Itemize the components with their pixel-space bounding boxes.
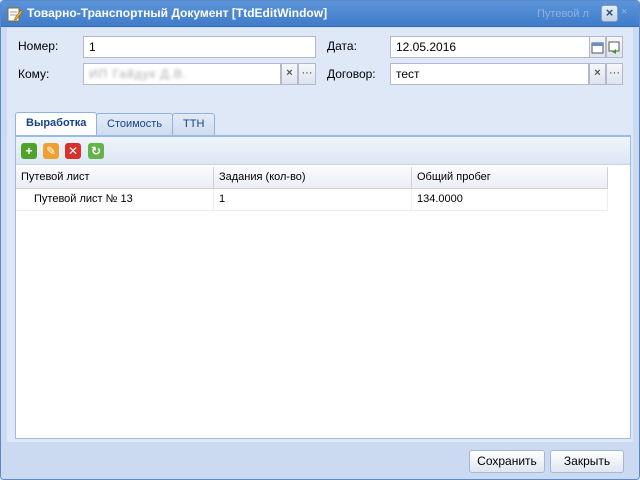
header-form: Номер: 1 Дата: 12.05.2016 Кому: ИП Гайду…	[7, 28, 633, 108]
date-label: Дата:	[327, 39, 357, 53]
tab-ttn[interactable]: ТТН	[172, 113, 216, 135]
close-icon[interactable]: ×	[601, 5, 618, 22]
column-header-waybill[interactable]: Путевой лист	[16, 167, 214, 189]
contract-select-icon[interactable]: ···	[606, 63, 623, 85]
calendar-icon[interactable]	[589, 36, 606, 58]
to-label: Кому:	[18, 67, 50, 81]
edit-window: Товарно-Транспортный Документ [TtdEditWi…	[0, 0, 640, 480]
background-close-icon: ×	[621, 6, 628, 18]
grid-toolbar: + ✎ ✕ ↻	[16, 137, 630, 165]
window-title: Товарно-Транспортный Документ [TtdEditWi…	[27, 6, 328, 20]
edit-icon[interactable]: ✎	[43, 143, 59, 159]
contract-clear-icon[interactable]: ×	[589, 63, 606, 85]
cell-mileage: 134.0000	[412, 189, 608, 210]
tab-vyrabotka[interactable]: Выработка	[15, 112, 98, 136]
to-value: ИП Гайдук Д.В.	[89, 67, 188, 81]
vyrabotka-panel: + ✎ ✕ ↻ Путевой лист Задания (кол-во) Об…	[15, 136, 631, 439]
to-clear-icon[interactable]: ×	[281, 63, 298, 85]
date-field[interactable]: 12.05.2016	[390, 36, 590, 58]
cell-tasks: 1	[214, 189, 412, 210]
contract-label: Договор:	[327, 67, 376, 81]
add-icon[interactable]: +	[21, 143, 37, 159]
window-titlebar[interactable]: Товарно-Транспортный Документ [TtdEditWi…	[1, 1, 639, 27]
number-label: Номер:	[18, 39, 59, 53]
background-window-title: Путевой л	[537, 8, 589, 20]
table-row[interactable]: Путевой лист № 13 1 134.0000	[16, 189, 608, 211]
close-button[interactable]: Закрыть	[550, 450, 624, 473]
calendar-reset-icon[interactable]	[606, 36, 623, 58]
grid-header: Путевой лист Задания (кол-во) Общий проб…	[16, 167, 608, 189]
column-header-tasks[interactable]: Задания (кол-во)	[214, 167, 412, 189]
window-footer: Сохранить Закрыть	[1, 442, 639, 479]
document-edit-icon	[7, 7, 23, 22]
delete-icon[interactable]: ✕	[65, 143, 81, 159]
save-button[interactable]: Сохранить	[469, 450, 545, 473]
refresh-icon[interactable]: ↻	[88, 143, 104, 159]
to-field[interactable]: ИП Гайдук Д.В.	[83, 63, 281, 85]
cell-waybill: Путевой лист № 13	[16, 189, 214, 210]
number-field[interactable]: 1	[83, 36, 316, 58]
contract-field[interactable]: тест	[390, 63, 589, 85]
column-header-mileage[interactable]: Общий пробег	[412, 167, 608, 189]
to-select-icon[interactable]: ···	[298, 63, 316, 85]
tab-stoimost[interactable]: Стоимость	[96, 113, 174, 135]
tab-panel: Выработка Стоимость ТТН + ✎ ✕ ↻ Путевой …	[7, 108, 633, 442]
